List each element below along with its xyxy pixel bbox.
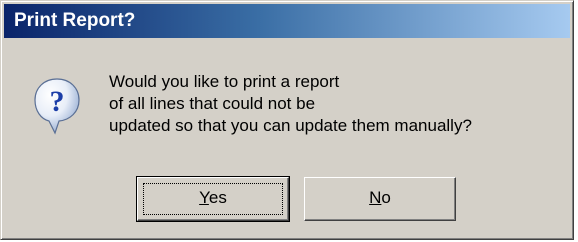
title-bar[interactable]: Print Report? [4, 4, 570, 38]
message-line-1: Would you like to print a report [109, 72, 340, 91]
yes-label-rest: es [208, 188, 227, 207]
no-label-rest: o [381, 188, 391, 207]
yes-button-label: Yes [199, 188, 227, 207]
no-button-label: No [369, 188, 391, 207]
message-line-3: updated so that you can update them manu… [109, 116, 472, 135]
message-line-2: of all lines that could not be [109, 94, 316, 113]
question-icon: ? [33, 77, 81, 135]
no-button[interactable]: No [304, 177, 456, 221]
yes-mnemonic: Y [199, 188, 209, 207]
svg-text:?: ? [50, 85, 65, 118]
yes-button[interactable]: Yes [136, 176, 290, 222]
dialog-title: Print Report? [14, 10, 136, 31]
no-mnemonic: N [369, 188, 382, 207]
print-report-dialog: Print Report? ? Would you like to print … [0, 0, 574, 240]
dialog-message: Would you like to print a report of all … [109, 71, 472, 137]
